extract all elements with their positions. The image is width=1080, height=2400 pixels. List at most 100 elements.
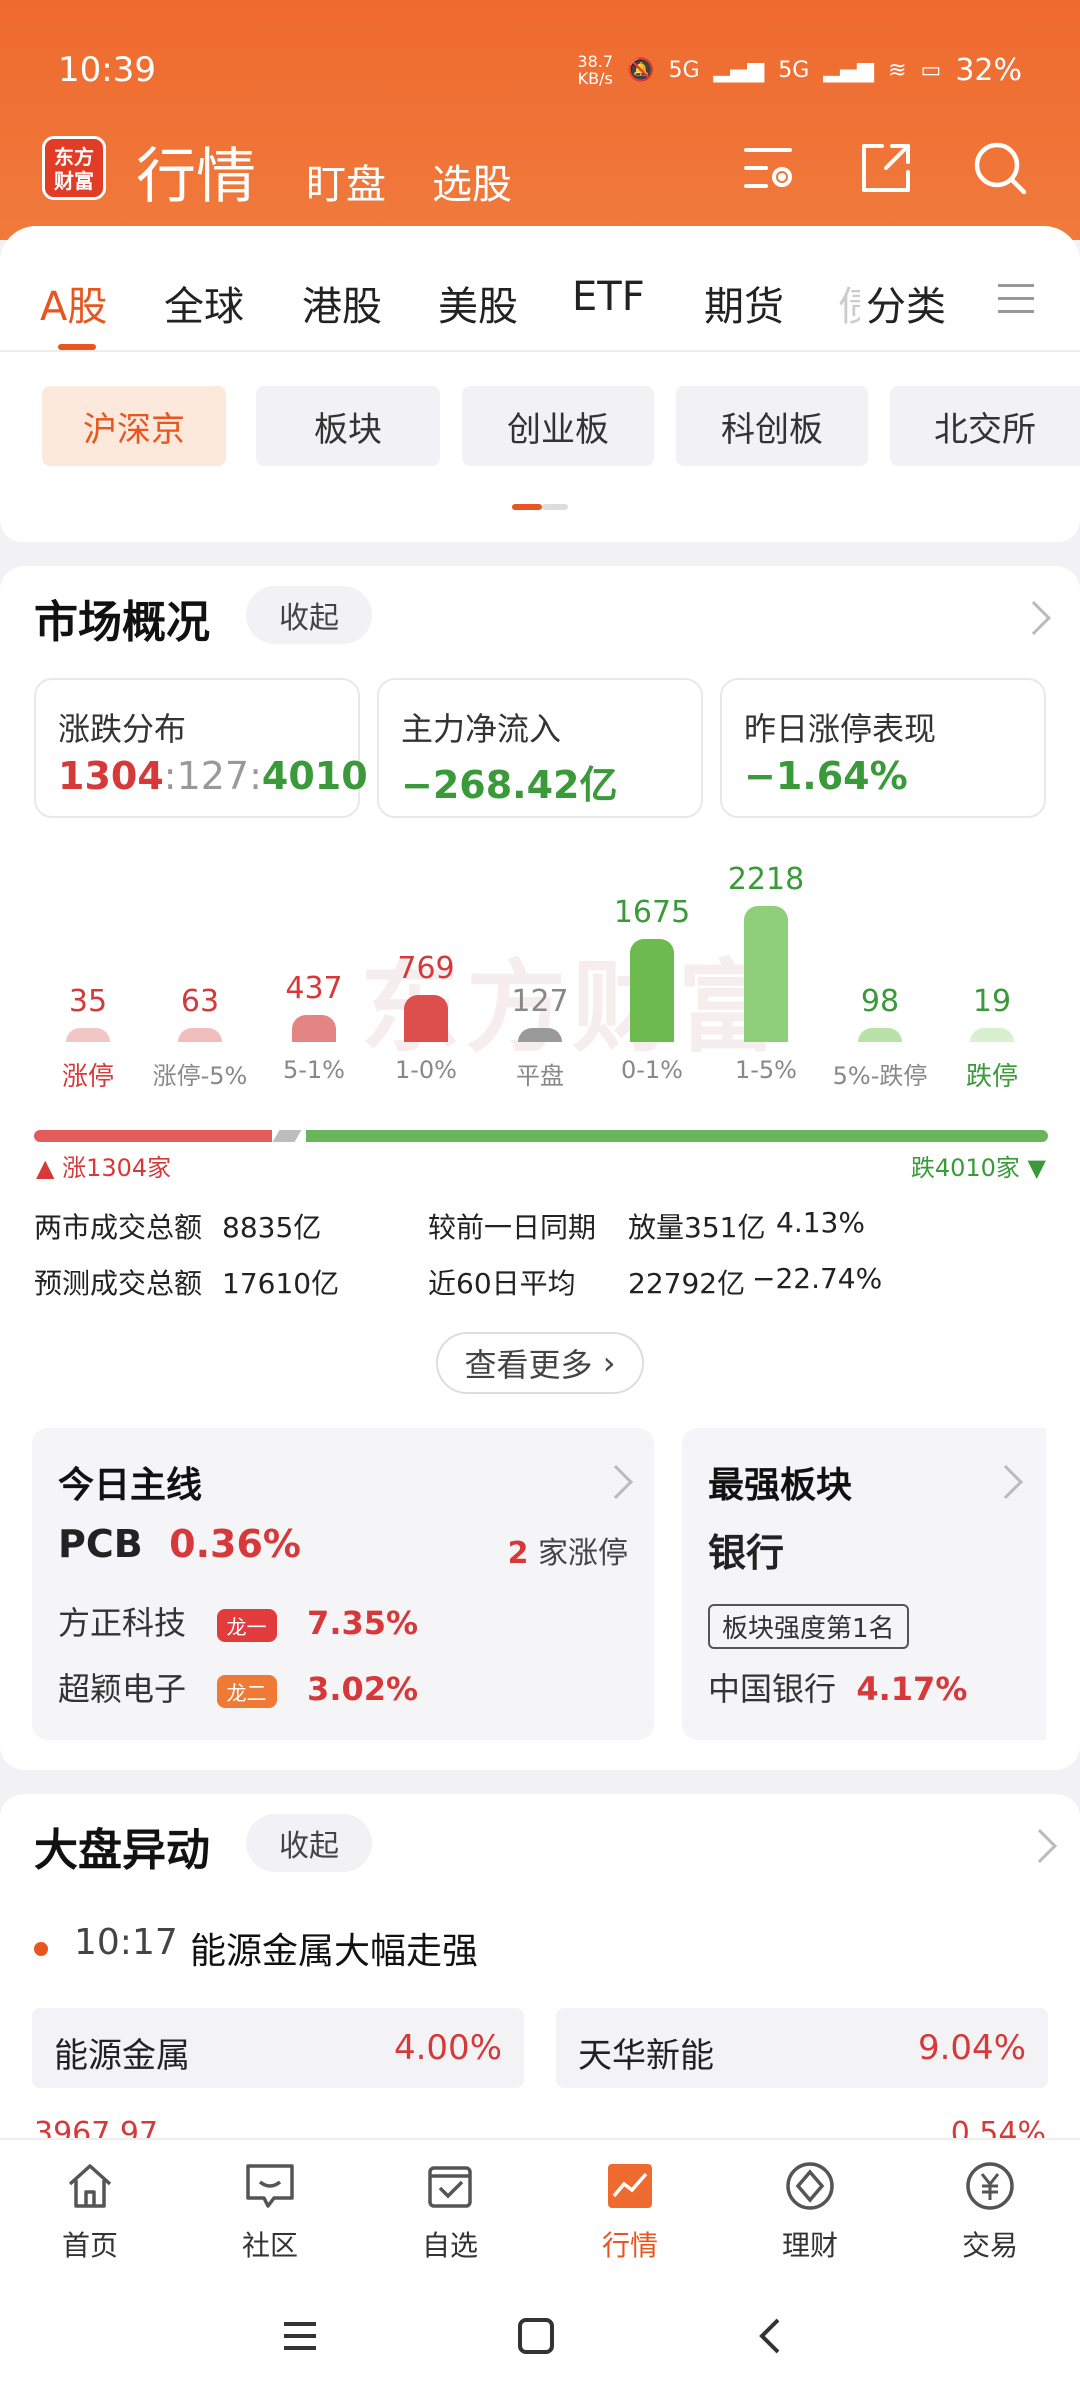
system-nav-bar xyxy=(0,2272,1080,2400)
turnover-value: 8835亿 xyxy=(222,1211,322,1244)
trade-icon xyxy=(966,2162,1014,2210)
tab-stock-picker[interactable]: 选股 xyxy=(432,152,512,210)
leader-stock-1[interactable]: 方正科技 龙一 7.35% xyxy=(58,1598,418,1644)
dist-bar-label: 跌停 xyxy=(965,1062,1018,1092)
nav-community[interactable]: 社区 xyxy=(210,2158,330,2264)
dist-bar-label: 5-1% xyxy=(282,1056,345,1084)
watchlist-icon xyxy=(428,2166,472,2208)
wealth-icon xyxy=(786,2162,834,2210)
compare-pct: 4.13% xyxy=(776,1206,865,1239)
battery-icon: ▭ xyxy=(920,57,942,83)
chip-bse[interactable]: 北交所 xyxy=(890,386,1080,466)
tab-us[interactable]: 美股 xyxy=(438,274,518,332)
mute-icon: 🔕 xyxy=(627,57,655,83)
up-count-label: ▲ 涨1304家 xyxy=(36,1154,172,1182)
market-icon xyxy=(608,2164,652,2208)
home-icon xyxy=(68,2164,112,2208)
dist-bar-value: 437 xyxy=(285,971,343,1006)
nav-market[interactable]: 行情 xyxy=(570,2158,690,2264)
see-more-button[interactable]: 查看更多 › xyxy=(436,1332,644,1394)
dist-bar-label: 涨停 xyxy=(61,1062,114,1092)
tab-bonds[interactable]: 债 xyxy=(838,274,860,332)
nav-home[interactable]: 首页 xyxy=(30,2158,150,2264)
network-5g-2: 5G xyxy=(778,57,810,83)
dist-bar xyxy=(744,906,788,1042)
news-headline[interactable]: 能源金属大幅走强 xyxy=(190,1922,478,1974)
settings-icon[interactable] xyxy=(740,138,800,198)
page-title: 行情 xyxy=(136,142,256,212)
tab-category[interactable]: 分类 xyxy=(866,274,946,332)
nav-wealth[interactable]: 理财 xyxy=(750,2158,870,2264)
tab-underline xyxy=(58,344,96,350)
dist-bar-label: 0-1% xyxy=(620,1056,683,1084)
recent-apps-icon[interactable] xyxy=(280,2316,320,2356)
movement-title: 大盘异动 xyxy=(34,1825,210,1876)
menu-icon[interactable] xyxy=(998,284,1034,314)
network-5g-1: 5G xyxy=(668,57,700,83)
community-icon xyxy=(246,2164,294,2208)
app-logo: 东方 财富 xyxy=(42,136,106,200)
market-chips: 沪深京 板块 创业板 科创板 北交所 xyxy=(0,386,1080,466)
chip-chinext[interactable]: 创业板 xyxy=(462,386,654,466)
dist-bar-value: 127 xyxy=(511,984,569,1019)
strongest-stock[interactable]: 中国银行 4.17% xyxy=(708,1664,967,1710)
chevron-right-icon[interactable] xyxy=(1023,1829,1057,1863)
strongest-sector-card[interactable]: 最强板块 银行 板块强度第1名 中国银行 4.17% xyxy=(682,1428,1046,1740)
chevron-right-icon[interactable] xyxy=(599,1465,633,1499)
chip-pager xyxy=(512,504,568,510)
forecast-value: 17610亿 xyxy=(222,1267,340,1300)
nav-watchlist[interactable]: 自选 xyxy=(390,2158,510,2264)
wifi-icon: ≋ xyxy=(888,57,907,83)
dist-bar xyxy=(292,1015,336,1042)
nav-label: 首页 xyxy=(61,2229,118,2262)
chip-star[interactable]: 科创板 xyxy=(676,386,868,466)
battery-percent: 32% xyxy=(955,52,1022,88)
compare-label: 较前一日同期 xyxy=(428,1211,597,1244)
back-icon[interactable] xyxy=(752,2316,792,2356)
status-icons: 38.7 KB/s 🔕 5G ▂▄▆ 5G ▂▄▆ ≋ ▭ 32% xyxy=(577,53,1022,88)
mainline-sector: PCB 0.36% xyxy=(58,1522,302,1566)
movement-item[interactable]: 能源金属 4.00% xyxy=(32,2008,524,2088)
turnover-label: 两市成交总额 xyxy=(34,1211,203,1244)
signal-icon: ▂▄▆ xyxy=(713,57,765,83)
avg60-label: 近60日平均 xyxy=(428,1267,576,1300)
tab-hk[interactable]: 港股 xyxy=(302,274,382,332)
share-icon[interactable] xyxy=(856,138,916,198)
tab-watch[interactable]: 盯盘 xyxy=(306,152,386,210)
dist-bar-label: 1-5% xyxy=(734,1056,797,1084)
nav-label: 理财 xyxy=(781,2229,838,2262)
strongest-title: 最强板块 xyxy=(708,1465,853,1506)
home-button-icon[interactable] xyxy=(516,2316,556,2356)
collapse-button[interactable]: 收起 xyxy=(246,1814,372,1872)
mainline-title: 今日主线 xyxy=(58,1465,203,1506)
dist-bar xyxy=(518,1028,562,1042)
chevron-right-icon[interactable] xyxy=(989,1465,1023,1499)
nav-trade[interactable]: 交易 xyxy=(930,2158,1050,2264)
dist-bar xyxy=(404,995,448,1042)
avg60-pct: −22.74% xyxy=(752,1262,883,1295)
up-portion-bar xyxy=(34,1130,272,1142)
dist-bar-value: 63 xyxy=(180,984,220,1019)
tab-global[interactable]: 全球 xyxy=(164,274,244,332)
distribution-chart: 东方财富 35 涨停 63 涨停-5% 437 5-1% 769 1-0% 127 平盘 1675 0… xyxy=(0,566,1080,1466)
dist-bar xyxy=(66,1028,110,1042)
dist-bar-label: 涨停-5% xyxy=(152,1062,248,1090)
dist-bar-label: 5%-跌停 xyxy=(832,1062,928,1090)
nav-label: 社区 xyxy=(241,2229,298,2262)
tab-etf[interactable]: ETF xyxy=(572,274,645,320)
dist-bar-value: 2218 xyxy=(727,862,805,897)
down-portion-bar xyxy=(306,1130,1048,1142)
movement-item[interactable]: 天华新能 9.04% xyxy=(556,2008,1048,2088)
chip-sector[interactable]: 板块 xyxy=(256,386,440,466)
tab-futures[interactable]: 期货 xyxy=(704,274,784,332)
mainline-card[interactable]: 今日主线 PCB 0.36% 2 家涨停 方正科技 龙一 7.35% 超颖电子 … xyxy=(32,1428,654,1740)
market-tabs: A股 全球 港股 美股 ETF 期货 债 分类 xyxy=(0,226,1080,352)
chip-shsz[interactable]: 沪深京 xyxy=(42,386,226,466)
tab-a-shares[interactable]: A股 xyxy=(40,274,107,332)
market-tabs-panel: A股 全球 港股 美股 ETF 期货 债 分类 沪深京 板块 创业板 科创板 北… xyxy=(0,226,1080,542)
search-icon[interactable] xyxy=(970,138,1030,198)
leader-stock-2[interactable]: 超颖电子 龙二 3.02% xyxy=(58,1664,418,1710)
nav-label: 自选 xyxy=(421,2229,478,2262)
dist-bar-value: 1675 xyxy=(613,895,691,930)
down-count-label: 跌4010家 ▼ xyxy=(910,1154,1046,1182)
